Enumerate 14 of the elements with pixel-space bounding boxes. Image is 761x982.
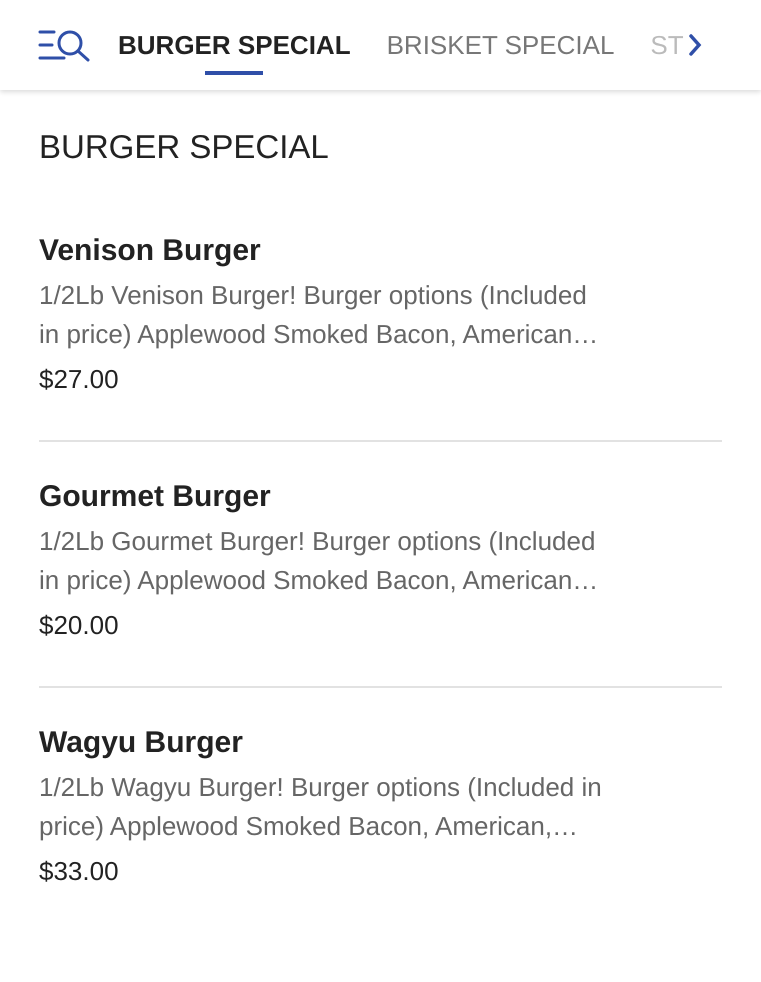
item-description: 1/2Lb Gourmet Burger! Burger options (Included in price) Applewood Smoked Bacon, American… xyxy=(39,525,600,597)
category-tab[interactable]: BRISKET SPECIAL xyxy=(386,0,614,90)
item-price: $20.00 xyxy=(39,610,120,641)
item-name[interactable]: Venison Burger xyxy=(39,234,722,268)
item-description: 1/2Lb Venison Burger! Burger options (Included in price) Applewood Smoked Bacon, American… xyxy=(39,279,600,351)
item-name[interactable]: Wagyu Burger xyxy=(39,726,722,760)
item-price: $33.00 xyxy=(39,856,120,887)
item-price: $27.00 xyxy=(39,364,120,395)
item-name[interactable]: Gourmet Burger xyxy=(39,480,722,514)
item-description: 1/2Lb Wagyu Burger! Burger options (Included in price) Applewood Smoked Bacon, American,… xyxy=(39,771,603,843)
section-heading: BURGER SPECIAL xyxy=(39,127,330,167)
search-menu-icon[interactable] xyxy=(38,28,92,62)
chevron-right-icon[interactable] xyxy=(688,33,702,57)
category-tab[interactable]: BURGER SPECIAL xyxy=(118,0,351,90)
